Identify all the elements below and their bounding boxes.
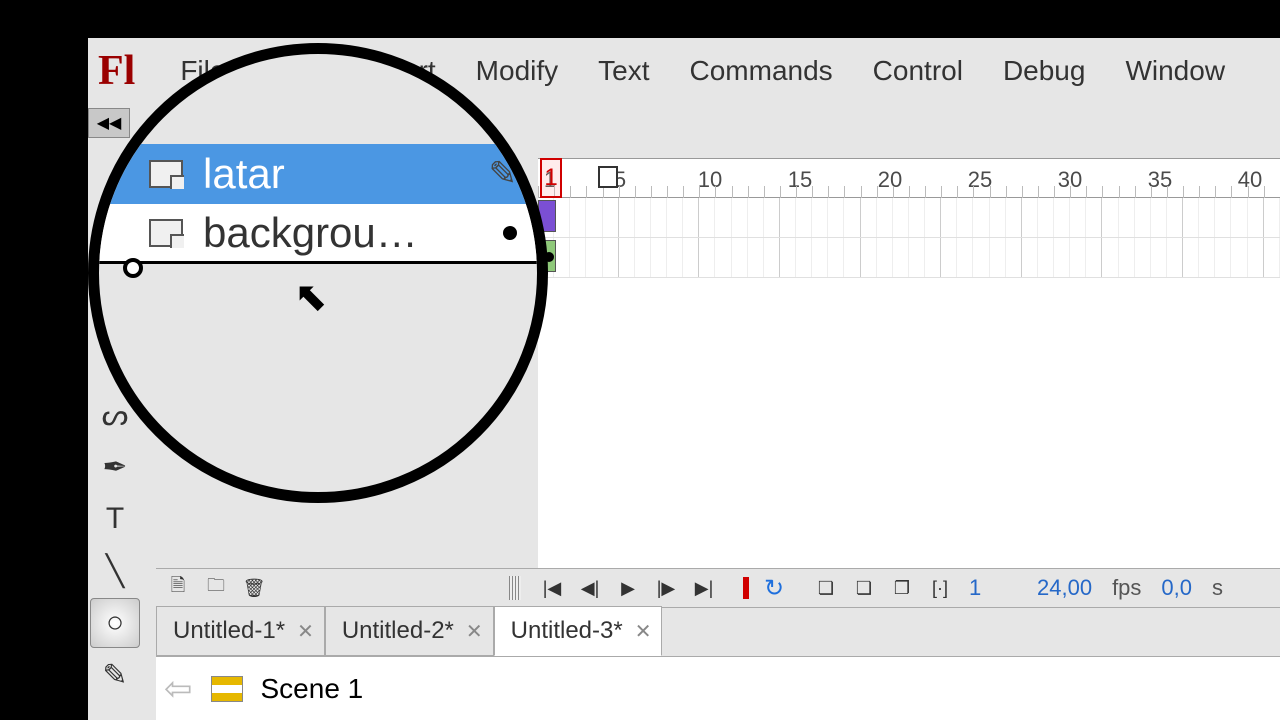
collapse-panel-button[interactable]: ◀◀ — [88, 108, 130, 138]
layer-name-label[interactable]: latar — [203, 150, 469, 198]
doc-tab-label: Untitled-2* — [342, 617, 454, 645]
edit-pencil-icon: ✎ — [489, 154, 518, 194]
layer-icon — [149, 160, 183, 188]
magnifier-overlay: latar ✎ backgrou… ⬉ — [88, 43, 548, 503]
menu-debug[interactable]: Debug — [983, 38, 1106, 103]
visibility-dot-icon[interactable] — [503, 226, 517, 240]
playback-bar: 🗎 🗀 🗑 |◀ ◀| ▶ |▶ ▶| ↻ ❏ ❏ ❐ [·] 1 24,00 … — [156, 568, 1280, 608]
fps-label: fps — [1104, 575, 1149, 601]
ruler-ticks — [538, 186, 1280, 198]
onion-skin-outlines-button[interactable]: ❏ — [847, 573, 881, 603]
menu-modify[interactable]: Modify — [456, 38, 578, 103]
delete-layer-button[interactable]: 🗑 — [237, 573, 271, 603]
doc-tab-label: Untitled-3* — [511, 617, 623, 645]
edit-multiple-frames-button[interactable]: ❐ — [885, 573, 919, 603]
close-icon[interactable]: ✕ — [297, 619, 314, 644]
timeline-row-layer-1[interactable] — [538, 198, 1280, 238]
menu-window[interactable]: Window — [1105, 38, 1245, 103]
doc-tab-2[interactable]: Untitled-2* ✕ — [325, 606, 494, 656]
panel-grip-icon[interactable] — [509, 576, 521, 600]
center-frame-marker — [743, 577, 749, 599]
prev-frame-button[interactable]: ◀| — [573, 573, 607, 603]
doc-tab-label: Untitled-1* — [173, 617, 285, 645]
doc-tab-1[interactable]: Untitled-1* ✕ — [156, 606, 325, 656]
elapsed-value-field: 0,0 — [1153, 575, 1200, 601]
current-frame-field[interactable]: 1 — [961, 575, 1001, 601]
cursor-icon: ⬉ — [294, 274, 328, 320]
menu-commands[interactable]: Commands — [670, 38, 853, 103]
elapsed-label: s — [1204, 575, 1244, 601]
app-logo: Fl — [98, 47, 135, 95]
pen-tool-icon[interactable]: ✒ — [90, 442, 140, 492]
text-tool-icon[interactable]: T — [90, 494, 140, 544]
timeline-row-layer-2[interactable] — [538, 238, 1280, 278]
layer-row-latar[interactable]: latar ✎ — [99, 144, 537, 204]
last-frame-button[interactable]: ▶| — [687, 573, 721, 603]
breadcrumb: ⇦ Scene 1 — [156, 656, 1280, 720]
back-icon[interactable]: ⇦ — [164, 669, 193, 709]
close-icon[interactable]: ✕ — [466, 619, 483, 644]
doc-tab-3[interactable]: Untitled-3* ✕ — [494, 606, 663, 656]
next-frame-button[interactable]: |▶ — [649, 573, 683, 603]
outline-color-box[interactable] — [598, 166, 618, 188]
loop-button[interactable]: ↻ — [757, 573, 791, 603]
timeline-grid[interactable] — [538, 198, 1280, 598]
menu-control[interactable]: Control — [853, 38, 983, 103]
menu-text[interactable]: Text — [578, 38, 669, 103]
line-tool-icon[interactable]: ╲ — [90, 546, 140, 596]
layer-name-label[interactable]: backgrou… — [203, 209, 483, 257]
layer-icon — [149, 219, 183, 247]
playhead-frame-label: 1 — [542, 160, 560, 196]
document-tabs: Untitled-1* ✕ Untitled-2* ✕ Untitled-3* … — [156, 608, 1280, 656]
first-frame-button[interactable]: |◀ — [535, 573, 569, 603]
onion-skin-button[interactable]: ❏ — [809, 573, 843, 603]
new-layer-button[interactable]: 🗎 — [161, 573, 195, 603]
scene-label[interactable]: Scene 1 — [261, 673, 364, 705]
timeline-playhead[interactable]: 1 — [540, 158, 562, 198]
close-icon[interactable]: ✕ — [635, 619, 652, 644]
tool-column: ᔕ ✒ T ╲ ○ ✎ — [88, 388, 143, 720]
new-folder-button[interactable]: 🗀 — [199, 573, 233, 603]
pencil-tool-icon[interactable]: ✎ — [90, 650, 140, 700]
scene-icon — [211, 676, 243, 702]
fps-value-field[interactable]: 24,00 — [1029, 575, 1100, 601]
layer-row-background[interactable]: backgrou… — [99, 204, 537, 264]
modify-markers-button[interactable]: [·] — [923, 573, 957, 603]
play-button[interactable]: ▶ — [611, 573, 645, 603]
oval-tool-icon[interactable]: ○ — [90, 598, 140, 648]
slider-knob-icon[interactable] — [123, 258, 143, 278]
flash-app-window: Fl File View Insert Modify Text Commands… — [88, 38, 1280, 720]
